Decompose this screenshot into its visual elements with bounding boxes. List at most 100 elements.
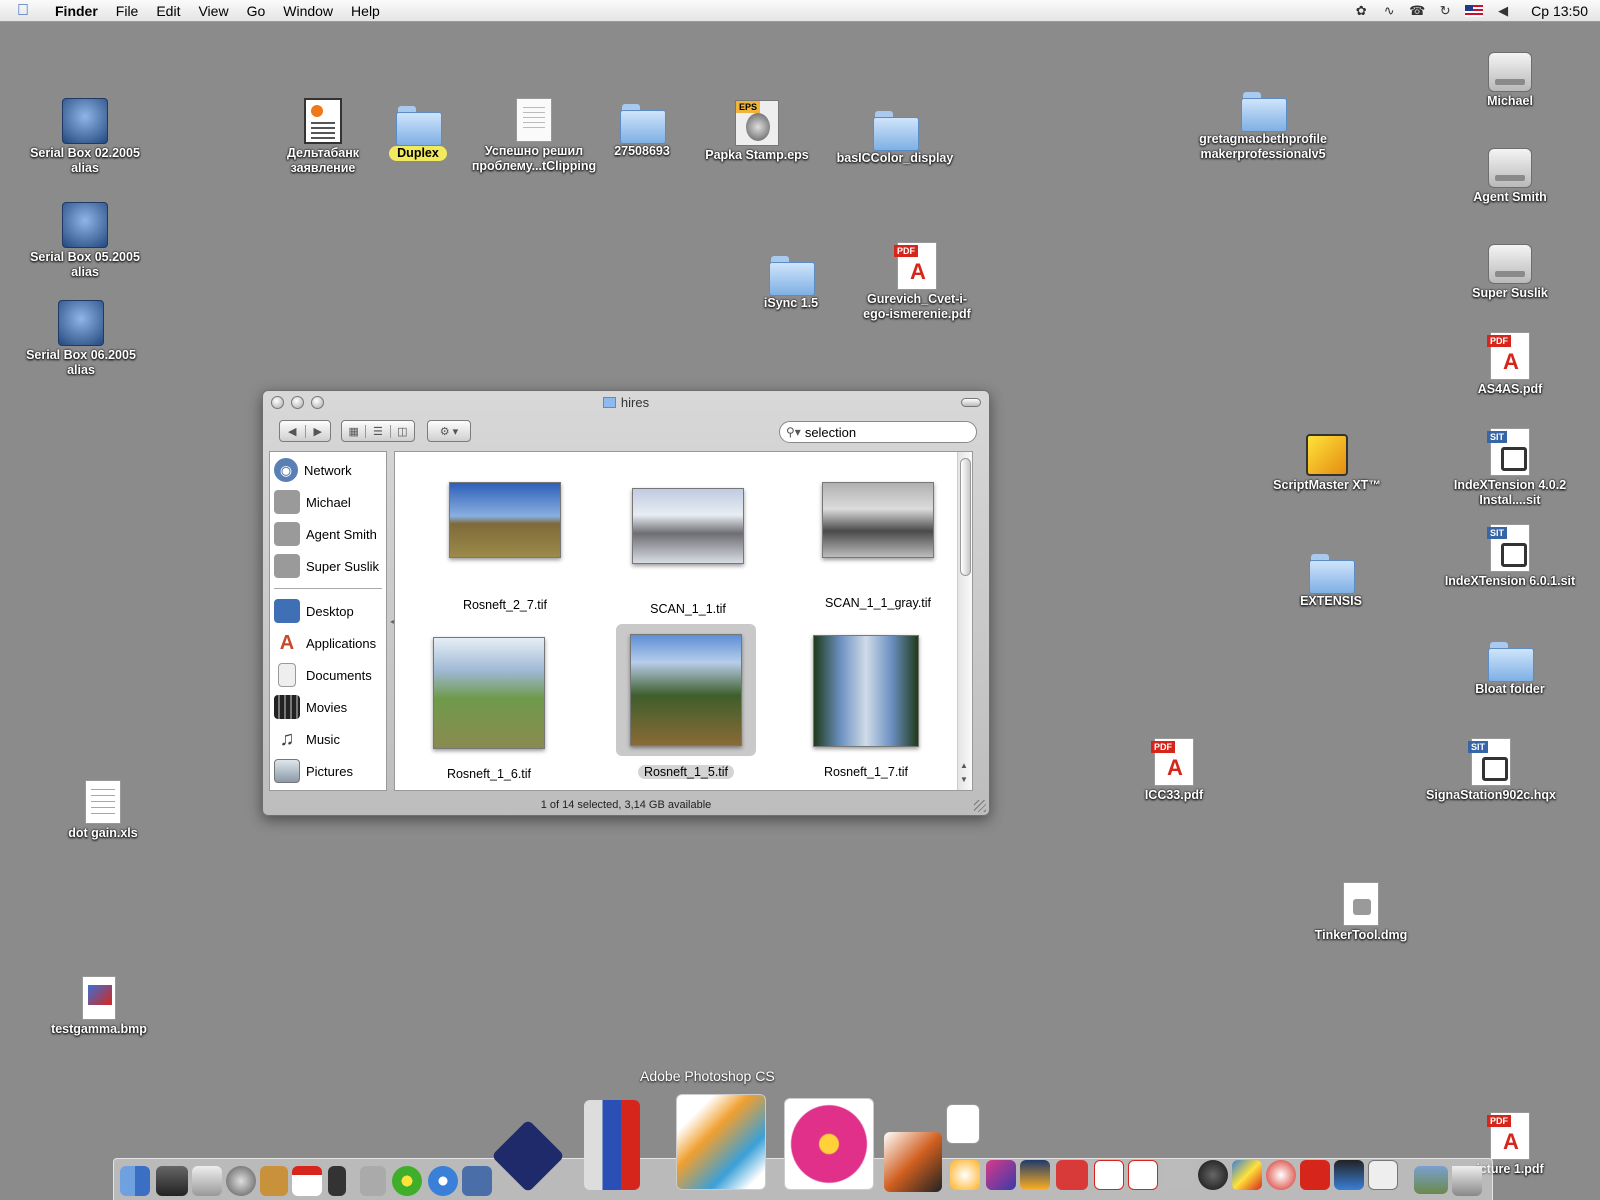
file-item-scan-1-1-gray[interactable]: SCAN_1_1_gray.tif (793, 482, 963, 610)
menu-finder[interactable]: Finder (46, 0, 107, 22)
file-item-rosneft-1-7[interactable]: Rosneft_1_7.tif (781, 635, 951, 779)
desktop-icon-bloat-folder[interactable]: Bloat folder (1435, 620, 1585, 697)
font-app-dock-icon[interactable] (1164, 1160, 1194, 1190)
sidebar-item-super-suslik[interactable]: Super Suslik (270, 550, 386, 582)
icq-dock-icon[interactable] (392, 1166, 422, 1196)
desktop-icon-scriptmaster[interactable]: ScriptMaster XT™ (1252, 416, 1402, 493)
colorsync-dock-icon[interactable] (1232, 1160, 1262, 1190)
trash-dock-icon[interactable] (1452, 1166, 1482, 1196)
illustrator-dock-icon[interactable] (1020, 1160, 1050, 1190)
minimize-button[interactable] (291, 396, 304, 409)
creo-dock-icon[interactable] (1056, 1160, 1088, 1190)
ical-dock-icon[interactable] (292, 1166, 322, 1196)
window-titlebar[interactable]: hires (263, 391, 989, 413)
desktop-icon-dot-gain[interactable]: dot gain.xls (28, 764, 178, 841)
sidebar-divider[interactable] (274, 588, 382, 589)
desktop-icon-drive-agent-smith[interactable]: Agent Smith (1435, 128, 1585, 205)
desktop-icon-tinkertool[interactable]: TinkerTool.dmg (1286, 866, 1436, 943)
desktop-icon-serialbox-06[interactable]: Serial Box 06.2005 alias (6, 286, 156, 378)
sync-dock-icon[interactable] (226, 1166, 256, 1196)
menu-help[interactable]: Help (342, 0, 389, 22)
sidebar-item-movies[interactable]: Movies (270, 691, 386, 723)
forward-icon[interactable]: ▶ (304, 424, 331, 438)
menu-edit[interactable]: Edit (147, 0, 189, 22)
desktop-icon-indextension-402[interactable]: IndeXTension 4.0.2 Instal....sit (1435, 416, 1585, 508)
indesign-dock-icon[interactable] (986, 1160, 1016, 1190)
column-view-icon[interactable]: ◫ (389, 424, 414, 438)
sidebar-item-michael[interactable]: Michael (270, 486, 386, 518)
desktop-icon-as4as[interactable]: AS4AS.pdf (1435, 320, 1585, 397)
bird2-app-dock-icon[interactable] (1334, 1160, 1364, 1190)
us-flag-icon[interactable] (1465, 4, 1484, 17)
sidebar-item-music[interactable]: ♫ Music (270, 723, 386, 755)
action-menu-button[interactable]: ⚙ ▾ (427, 420, 471, 442)
calculator-dock-icon[interactable] (360, 1166, 386, 1196)
menu-window[interactable]: Window (274, 0, 342, 22)
desktop-icon-serialbox-02[interactable]: Serial Box 02.2005 alias (10, 84, 160, 176)
desktop-icon-gretagmacbeth[interactable]: gretagmacbethprofile makerprofessionalv5 (1188, 70, 1338, 162)
globe-app-dock-icon[interactable] (1198, 1160, 1228, 1190)
vertical-scrollbar[interactable]: ▲ ▼ (957, 452, 972, 790)
apple-menu-icon[interactable]:  (0, 2, 46, 20)
toolbar-toggle-button[interactable] (961, 398, 981, 407)
sidebar-item-agent-smith[interactable]: Agent Smith (270, 518, 386, 550)
scrollbar-thumb[interactable] (960, 458, 971, 576)
search-field[interactable]: ⚲▾ (779, 421, 977, 443)
ipod-dock-icon[interactable] (328, 1166, 346, 1196)
scroll-down-icon[interactable]: ▼ (960, 775, 968, 784)
desktop-icon-extensis[interactable]: EXTENSIS (1256, 532, 1406, 609)
back-icon[interactable]: ◀ (280, 425, 305, 438)
sidebar-item-pictures[interactable]: Pictures (270, 755, 386, 787)
desktop-icon-gurevich[interactable]: Gurevich_Cvet-i- ego-ismerenie.pdf (842, 230, 992, 322)
scroll-up-icon[interactable]: ▲ (960, 761, 968, 770)
script-menu-icon[interactable]: ✿ (1353, 3, 1369, 19)
flower-app-dock-icon[interactable] (784, 1098, 874, 1190)
desktop-icon-papka-stamp[interactable]: Papka Stamp.eps (682, 86, 832, 163)
phone-icon[interactable]: ☎ (1409, 3, 1425, 19)
desktop-icon-testgamma[interactable]: testgamma.bmp (24, 960, 174, 1037)
file-item-rosneft-1-5[interactable]: Rosneft_1_5.tif (601, 624, 771, 779)
desktop-icon-indextension-601[interactable]: IndeXTension 6.0.1.sit (1435, 512, 1585, 589)
bird-app-dock-icon[interactable] (884, 1132, 942, 1192)
safari-dock-icon[interactable] (428, 1166, 458, 1196)
desktop-icon-serialbox-05[interactable]: Serial Box 05.2005 alias (10, 188, 160, 280)
file-item-scan-1-1[interactable]: SCAN_1_1.tif (603, 488, 773, 616)
icon-view-icon[interactable]: ▦ (342, 425, 365, 438)
scanner-dock-icon[interactable] (156, 1166, 188, 1196)
system-preferences-dock-icon[interactable] (192, 1166, 222, 1196)
quarkxpress-dock-icon[interactable] (1368, 1160, 1398, 1190)
zoom-button[interactable] (311, 396, 324, 409)
address-book-dock-icon[interactable] (260, 1166, 288, 1196)
menubar-clock[interactable]: Ср 13:50 (1531, 3, 1588, 19)
file-item-rosneft-1-6[interactable]: Rosneft_1_6.tif (399, 637, 579, 781)
acrobat-distiller-dock-icon[interactable] (1128, 1160, 1158, 1190)
volume-icon[interactable]: ◀ (1495, 3, 1511, 19)
preview-dock-icon[interactable] (462, 1166, 492, 1196)
search-input[interactable] (804, 424, 965, 440)
minimized-window-dock-icon[interactable] (1414, 1166, 1448, 1194)
activity-monitor-icon[interactable]: ∿ (1381, 3, 1397, 19)
sidebar-item-network[interactable]: ◉ Network (270, 454, 386, 486)
list-view-icon[interactable]: ☰ (365, 424, 389, 438)
sync-icon[interactable]: ↻ (1437, 3, 1453, 19)
skull-app-dock-icon[interactable] (1266, 1160, 1296, 1190)
finder-dock-icon[interactable] (120, 1166, 150, 1196)
resize-grip[interactable] (974, 800, 986, 812)
sidebar-item-applications[interactable]: A Applications (270, 627, 386, 659)
flag-app-dock-icon[interactable] (584, 1100, 640, 1190)
flash-file-dock-icon[interactable] (946, 1104, 980, 1144)
desktop-icon-drive-michael[interactable]: Michael (1435, 32, 1585, 109)
file-item-rosneft-2-7[interactable]: Rosneft_2_7.tif (415, 482, 595, 612)
acrobat-reader-dock-icon[interactable] (1300, 1160, 1330, 1190)
desktop-icon-basiccolor[interactable]: basICColor_display (820, 89, 970, 166)
close-button[interactable] (271, 396, 284, 409)
menu-view[interactable]: View (189, 0, 237, 22)
menu-file[interactable]: File (107, 0, 148, 22)
desktop-icon-drive-super-suslik[interactable]: Super Suslik (1435, 224, 1585, 301)
menu-go[interactable]: Go (238, 0, 275, 22)
desktop-icon-icc33[interactable]: ICC33.pdf (1099, 726, 1249, 803)
acrobat-dock-icon[interactable] (1094, 1160, 1124, 1190)
photoshop-cs-dock-icon[interactable] (676, 1094, 766, 1190)
quark-dock-icon[interactable] (950, 1160, 980, 1190)
desktop-icon-signastation[interactable]: SignaStation902c.hqx (1416, 726, 1566, 803)
